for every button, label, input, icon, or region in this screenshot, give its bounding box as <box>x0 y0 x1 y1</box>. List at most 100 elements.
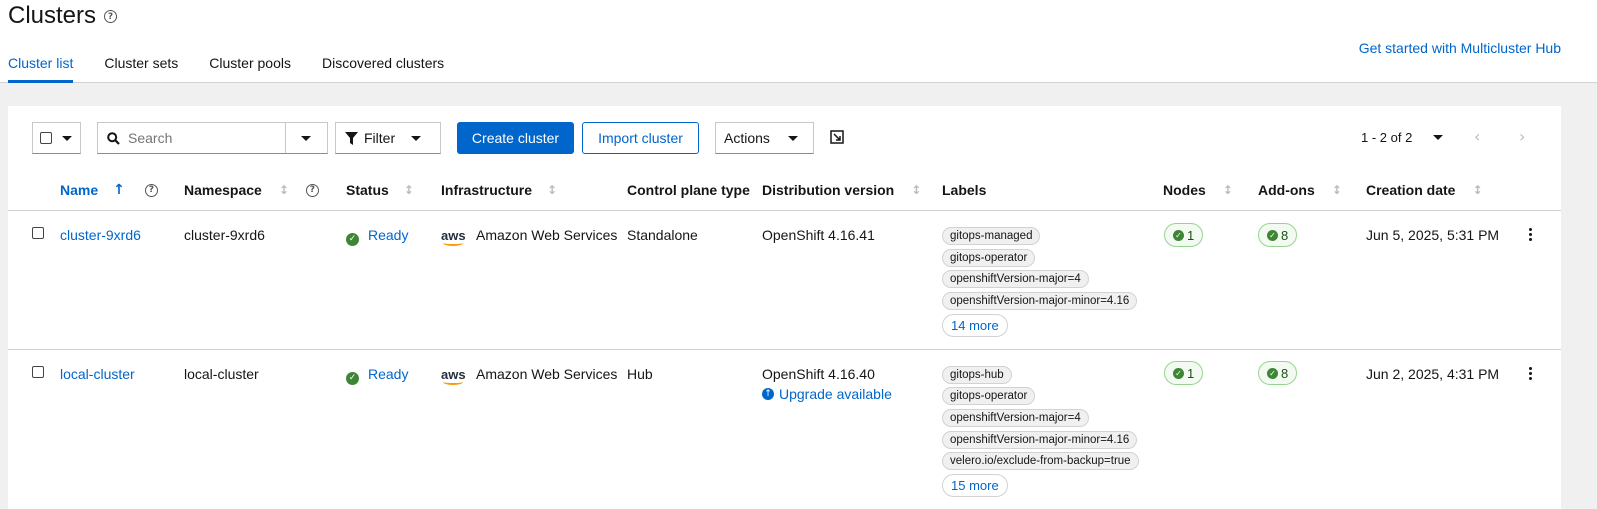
sort-icon: ↕ <box>278 183 289 197</box>
column-header-namespace[interactable]: Namespace ↕ ? <box>184 182 319 198</box>
divider <box>8 349 1561 350</box>
arrow-up-circle-icon: ↑ <box>762 388 774 400</box>
status-link[interactable]: Ready <box>368 366 408 382</box>
sort-icon: ↕ <box>1472 183 1483 197</box>
infrastructure-cell: aws Amazon Web Services <box>441 366 618 385</box>
column-header-control-plane: Control plane type <box>627 182 750 198</box>
check-circle-icon: ✓ <box>1173 367 1184 379</box>
tab-cluster-sets[interactable]: Cluster sets <box>104 55 178 83</box>
pagination-toggle[interactable]: 1 - 2 of 2 <box>1361 130 1444 145</box>
help-icon[interactable]: ? <box>305 183 319 197</box>
tab-cluster-list[interactable]: Cluster list <box>8 55 74 83</box>
namespace: cluster-9xrd6 <box>184 227 265 243</box>
check-circle-icon: ✓ <box>1173 229 1184 241</box>
column-header-nodes[interactable]: Nodes ↕ <box>1163 182 1233 198</box>
more-labels-button[interactable]: 14 more <box>942 314 1008 337</box>
import-cluster-button[interactable]: Import cluster <box>582 122 699 154</box>
control-plane: Standalone <box>627 227 698 243</box>
search-icon <box>107 131 120 145</box>
status-cell: ✓ Ready <box>346 227 408 246</box>
aws-logo-icon: aws <box>441 367 466 385</box>
filter-dropdown[interactable]: Filter <box>335 122 441 154</box>
column-header-name[interactable]: Name ↑ ? <box>60 182 158 198</box>
column-label: Control plane type <box>627 182 750 198</box>
label-chip: velero.io/exclude-from-backup=true <box>942 452 1139 470</box>
search-box[interactable] <box>97 122 328 154</box>
page-header: Clusters ? Cluster list Cluster sets Clu… <box>0 0 1597 83</box>
row-actions-kebab-icon[interactable] <box>1529 367 1533 380</box>
chevron-down-icon <box>787 135 798 141</box>
infrastructure: Amazon Web Services <box>476 366 618 382</box>
upgrade-available-link[interactable]: ↑ Upgrade available <box>762 386 892 402</box>
nodes-count: 1 <box>1187 365 1195 381</box>
nodes-count: 1 <box>1187 227 1195 243</box>
next-page-icon[interactable]: › <box>1519 127 1525 146</box>
tab-discovered-clusters[interactable]: Discovered clusters <box>322 55 444 83</box>
label-chip: openshiftVersion-major-minor=4.16 <box>942 431 1138 449</box>
page-title: Clusters <box>8 2 97 29</box>
manage-columns-icon[interactable] <box>830 130 844 144</box>
sort-icon: ↕ <box>403 183 414 197</box>
filter-label: Filter <box>364 130 396 146</box>
label-chip: gitops-hub <box>942 366 1012 384</box>
more-labels-button[interactable]: 15 more <box>942 474 1008 497</box>
column-label: Infrastructure <box>441 182 533 198</box>
control-plane: Hub <box>627 366 653 382</box>
column-label: Distribution version <box>762 182 895 198</box>
select-all-checkbox[interactable] <box>40 132 52 144</box>
cluster-table-panel: Filter Create cluster Import cluster Act… <box>8 106 1561 509</box>
addons-count: 8 <box>1281 227 1289 243</box>
column-header-status[interactable]: Status ↕ <box>346 182 414 198</box>
cluster-name-link[interactable]: local-cluster <box>60 366 135 382</box>
nodes-badge[interactable]: ✓ 1 <box>1164 223 1204 247</box>
bulk-select[interactable] <box>32 122 81 154</box>
label-chip: openshiftVersion-major-minor=4.16 <box>942 292 1138 310</box>
column-label: Creation date <box>1366 182 1456 198</box>
chevron-down-icon <box>411 135 422 141</box>
cluster-name-link[interactable]: cluster-9xrd6 <box>60 227 141 243</box>
column-header-creation-date[interactable]: Creation date ↕ <box>1366 182 1483 198</box>
status-cell: ✓ Ready <box>346 366 408 385</box>
addons-badge[interactable]: ✓ 8 <box>1258 361 1298 385</box>
column-label: Namespace <box>184 182 262 198</box>
status-link[interactable]: Ready <box>368 227 408 243</box>
label-chip: openshiftVersion-major=4 <box>942 270 1089 288</box>
aws-logo-icon: aws <box>441 228 466 246</box>
column-label: Status <box>346 182 389 198</box>
previous-page-icon[interactable]: ‹ <box>1474 127 1480 146</box>
actions-dropdown[interactable]: Actions <box>715 122 814 154</box>
sort-icon: ↕ <box>911 183 922 197</box>
label-chip: openshiftVersion-major=4 <box>942 409 1089 427</box>
addons-badge[interactable]: ✓ 8 <box>1258 223 1298 247</box>
column-header-labels: Labels <box>942 182 986 198</box>
label-chip: gitops-operator <box>942 249 1036 267</box>
check-circle-icon: ✓ <box>346 232 359 246</box>
column-header-infrastructure[interactable]: Infrastructure ↕ <box>441 182 557 198</box>
nodes-badge[interactable]: ✓ 1 <box>1164 361 1204 385</box>
sort-icon: ↕ <box>1222 183 1233 197</box>
column-header-distribution[interactable]: Distribution version ↕ <box>762 182 921 198</box>
create-cluster-button[interactable]: Create cluster <box>457 122 574 154</box>
row-actions-kebab-icon[interactable] <box>1529 228 1533 241</box>
column-label: Labels <box>942 182 987 198</box>
row-checkbox[interactable] <box>32 227 44 239</box>
infrastructure-cell: aws Amazon Web Services <box>441 227 617 246</box>
row-checkbox[interactable] <box>32 366 44 378</box>
chevron-down-icon <box>1433 135 1444 140</box>
toolbar: Filter Create cluster Import cluster Act… <box>8 106 1561 170</box>
pagination-label: 1 - 2 of 2 <box>1361 130 1413 145</box>
search-input[interactable] <box>128 130 278 146</box>
check-circle-icon: ✓ <box>1267 367 1278 379</box>
help-icon[interactable]: ? <box>104 10 117 23</box>
label-chip: gitops-managed <box>942 227 1041 245</box>
search-options-chevron-icon[interactable] <box>301 136 311 141</box>
column-header-addons[interactable]: Add-ons ↕ <box>1258 182 1342 198</box>
column-label: Name <box>60 182 99 198</box>
tab-cluster-pools[interactable]: Cluster pools <box>209 55 291 83</box>
help-icon[interactable]: ? <box>144 183 158 197</box>
column-label: Add-ons <box>1258 182 1315 198</box>
get-started-link[interactable]: Get started with Multicluster Hub <box>1359 40 1561 56</box>
divider <box>285 123 286 153</box>
divider <box>8 210 1561 211</box>
sort-icon: ↕ <box>1331 183 1342 197</box>
